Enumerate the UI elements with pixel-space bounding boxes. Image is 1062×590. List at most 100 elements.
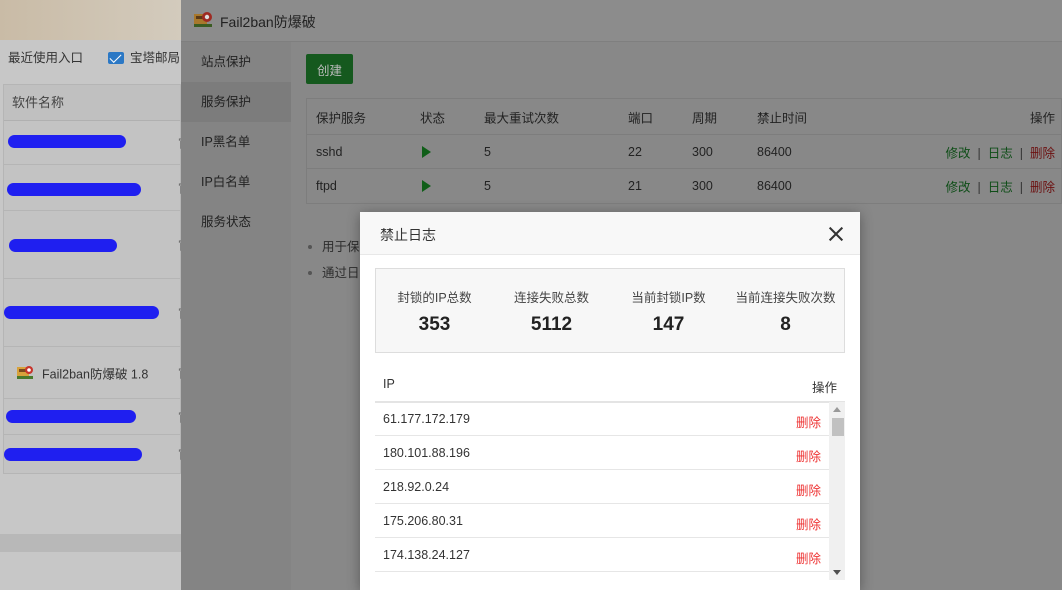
header-port: 端口 xyxy=(628,111,654,125)
ip-address: 175.206.80.31 xyxy=(383,514,463,528)
window-titlebar: Fail2ban防爆破 xyxy=(181,0,1062,42)
help-notes: 用于保 通过日 xyxy=(306,234,360,286)
ip-address: 174.138.24.127 xyxy=(383,548,470,562)
table-row[interactable]: Fail2ban防爆破 1.8 官 xyxy=(4,347,190,399)
service-name: sshd xyxy=(316,144,343,159)
max-retry-value: 5 xyxy=(484,179,491,193)
delete-ip-link[interactable]: 删除 xyxy=(796,412,821,431)
service-name: ftpd xyxy=(316,179,337,193)
plugin-sidebar: 站点保护 服务保护 IP黑名单 IP白名单 服务状态 xyxy=(181,42,291,590)
delete-ip-link[interactable]: 删除 xyxy=(796,446,821,465)
delete-ip-link[interactable]: 删除 xyxy=(796,548,821,567)
period-value: 300 xyxy=(692,144,713,159)
running-icon[interactable] xyxy=(422,145,431,158)
close-icon[interactable] xyxy=(828,226,844,242)
port-value: 22 xyxy=(628,144,642,159)
delete-link[interactable]: 删除 xyxy=(1030,181,1055,195)
running-icon[interactable] xyxy=(422,180,431,192)
row-actions: 修改 | 日志 | 删除 xyxy=(945,177,1055,196)
table-row: 官 xyxy=(4,279,190,347)
fail2ban-logo-icon xyxy=(17,365,33,379)
background-footer xyxy=(0,534,181,552)
redaction-mark xyxy=(4,448,142,461)
background-banner xyxy=(0,0,181,40)
log-link[interactable]: 日志 xyxy=(988,146,1013,160)
scroll-thumb[interactable] xyxy=(832,418,844,436)
nav-ip-whitelist[interactable]: IP白名单 xyxy=(181,162,291,202)
log-link[interactable]: 日志 xyxy=(988,181,1013,195)
header-status: 状态 xyxy=(420,111,446,125)
table-row: 175.206.80.31 删除 xyxy=(375,504,829,538)
ban-time-value: 86400 xyxy=(757,144,792,159)
create-button[interactable]: 创建 xyxy=(306,54,353,84)
ban-log-dialog: 禁止日志 封锁的IP总数 353 连接失败总数 5112 当前封锁IP数 147… xyxy=(360,212,860,590)
stat-value: 8 xyxy=(780,314,791,335)
stat-value: 147 xyxy=(652,314,685,335)
header-ban-time: 禁止时间 xyxy=(757,111,808,125)
redaction-mark xyxy=(8,135,126,148)
ip-address: 218.92.0.24 xyxy=(383,480,450,494)
plugin-name: Fail2ban防爆破 1.8 xyxy=(42,367,149,381)
period-value: 300 xyxy=(692,179,713,193)
recent-entry-link[interactable]: 最近使用入口 xyxy=(8,47,83,66)
header-actions: 操作 xyxy=(1029,111,1055,125)
stat-label: 当前封锁IP数 xyxy=(631,291,706,305)
table-row: 174.138.24.127 删除 xyxy=(375,538,829,572)
window-title: Fail2ban防爆破 xyxy=(220,14,316,30)
stat-total-failed-connections: 连接失败总数 5112 xyxy=(493,269,610,352)
ip-table-header: IP 操作 xyxy=(375,367,845,403)
mail-entry-link[interactable]: 宝塔邮局 xyxy=(108,47,180,66)
dialog-header: 禁止日志 xyxy=(360,212,860,255)
redaction-mark xyxy=(4,306,159,319)
table-row: 官 xyxy=(4,165,190,211)
delete-ip-link[interactable]: 删除 xyxy=(796,514,821,533)
nav-service-status[interactable]: 服务状态 xyxy=(181,202,291,242)
stat-value: 5112 xyxy=(530,314,573,335)
ban-time-value: 86400 xyxy=(757,179,792,193)
port-value: 21 xyxy=(628,179,642,193)
scroll-up-icon[interactable] xyxy=(833,407,841,412)
nav-site-protection[interactable]: 站点保护 xyxy=(181,42,291,82)
table-row: 官 xyxy=(4,121,190,165)
mail-icon xyxy=(108,52,124,64)
table-row: 官 xyxy=(4,435,190,473)
redaction-mark xyxy=(7,183,141,196)
nav-ip-blacklist[interactable]: IP黑名单 xyxy=(181,122,291,162)
edit-link[interactable]: 修改 xyxy=(945,181,970,195)
dialog-title: 禁止日志 xyxy=(380,227,436,243)
nav-service-protection[interactable]: 服务保护 xyxy=(181,82,291,122)
help-note: 用于保 xyxy=(306,234,360,260)
banned-ip-list[interactable]: 61.177.172.179 删除 180.101.88.196 删除 218.… xyxy=(375,402,845,580)
table-row: 61.177.172.179 删除 xyxy=(375,402,829,436)
table-row: 218.92.0.24 删除 xyxy=(375,470,829,504)
stat-label: 当前连接失败次数 xyxy=(735,291,836,305)
table-row: 官 xyxy=(4,399,190,435)
row-actions: 修改 | 日志 | 删除 xyxy=(945,142,1055,161)
background-panel: 最近使用入口 宝塔邮局 软件名称 官 官 官 官 Fail xyxy=(0,0,190,590)
table-row: ftpd 5 21 300 86400 修改 | 日志 | 删除 xyxy=(307,169,1061,203)
fail2ban-logo-icon xyxy=(194,12,212,27)
header-ip: IP xyxy=(383,377,395,391)
mail-entry-label: 宝塔邮局 xyxy=(130,51,181,65)
redaction-mark xyxy=(6,410,136,423)
header-action: 操作 xyxy=(811,381,837,395)
scroll-down-icon[interactable] xyxy=(833,570,841,575)
action-separator: | xyxy=(1019,146,1023,160)
edit-link[interactable]: 修改 xyxy=(945,146,970,160)
stat-label: 封锁的IP总数 xyxy=(397,291,472,305)
software-table-header: 软件名称 xyxy=(4,85,180,121)
stat-current-failed-connections: 当前连接失败次数 8 xyxy=(727,269,844,352)
help-note: 通过日 xyxy=(306,260,360,286)
action-separator: | xyxy=(977,146,981,160)
delete-link[interactable]: 删除 xyxy=(1030,146,1055,160)
stat-total-banned-ips: 封锁的IP总数 353 xyxy=(376,269,493,352)
header-service: 保护服务 xyxy=(316,111,367,125)
stat-label: 连接失败总数 xyxy=(513,291,589,305)
software-table: 软件名称 官 官 官 官 Fail2ban防爆破 1.8 官 xyxy=(3,84,190,474)
delete-ip-link[interactable]: 删除 xyxy=(796,480,821,499)
service-table: 保护服务 状态 最大重试次数 端口 周期 禁止时间 操作 sshd 5 22 3… xyxy=(306,98,1062,204)
action-separator: | xyxy=(1019,180,1023,195)
ban-stats-panel: 封锁的IP总数 353 连接失败总数 5112 当前封锁IP数 147 当前连接… xyxy=(375,268,845,353)
ip-list-scrollbar[interactable] xyxy=(829,402,845,580)
header-period: 周期 xyxy=(692,111,718,125)
